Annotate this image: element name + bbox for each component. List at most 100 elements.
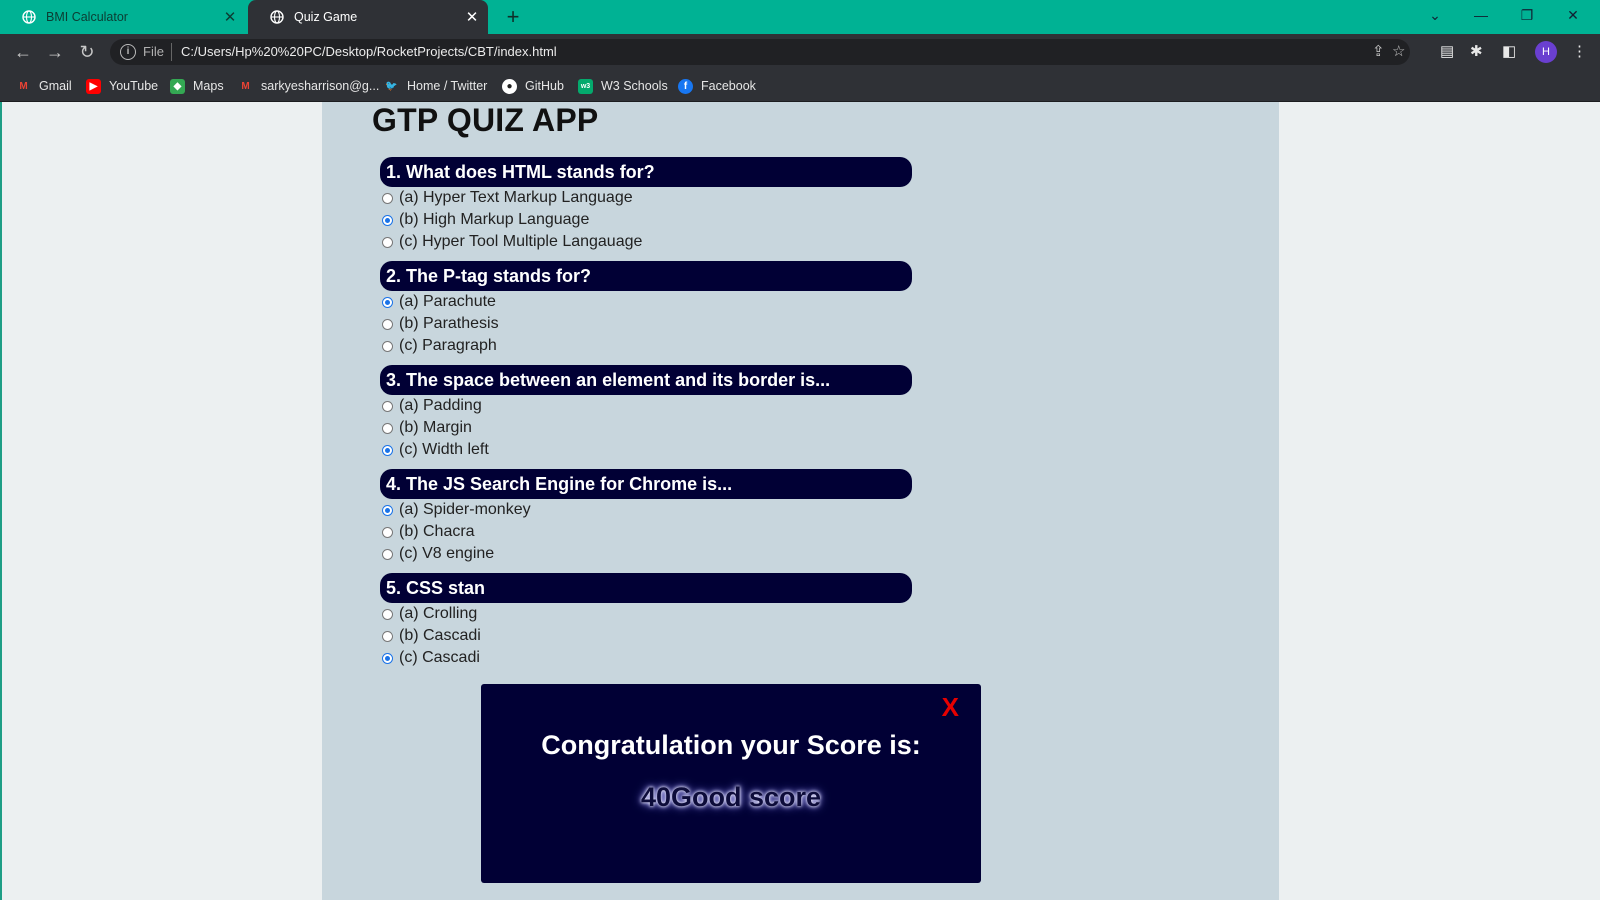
tab-bmi-calculator[interactable]: BMI Calculator ✕ xyxy=(0,0,246,34)
answer-option[interactable]: (a) Hyper Text Markup Language xyxy=(382,187,912,209)
option-label: (b) Parathesis xyxy=(399,315,499,332)
answer-option[interactable]: (c) Hyper Tool Multiple Langauage xyxy=(382,231,912,253)
bookmark-label: W3 Schools xyxy=(601,79,668,93)
answer-option[interactable]: (b) Margin xyxy=(382,417,912,439)
close-tab-icon[interactable]: ✕ xyxy=(220,8,240,26)
question-header: 2. The P-tag stands for? xyxy=(380,261,912,291)
tab-title: Quiz Game xyxy=(294,10,358,24)
radio-button[interactable] xyxy=(382,400,393,412)
answer-option[interactable]: (a) Spider-monkey xyxy=(382,499,912,521)
modal-close-button[interactable]: X xyxy=(942,692,959,723)
answer-option[interactable]: (c) Cascadi xyxy=(382,647,912,669)
page-viewport: GTP QUIZ APP 1. What does HTML stands fo… xyxy=(0,102,1600,900)
radio-button[interactable] xyxy=(382,444,393,456)
question-header: 3. The space between an element and its … xyxy=(380,365,912,395)
tab-search-icon[interactable]: ⌄ xyxy=(1412,0,1458,32)
tab-title: BMI Calculator xyxy=(46,10,128,24)
option-label: (c) Hyper Tool Multiple Langauage xyxy=(399,233,643,250)
answer-option[interactable]: (b) Chacra xyxy=(382,521,912,543)
option-label: (c) Paragraph xyxy=(399,337,497,354)
tab-quiz-game[interactable]: Quiz Game ✕ xyxy=(248,0,488,34)
bookmark-youtube[interactable]: ▶ YouTube xyxy=(86,77,158,95)
profile-avatar[interactable]: H xyxy=(1535,41,1557,63)
bookmark-gmail[interactable]: M Gmail xyxy=(16,77,72,95)
answer-option[interactable]: (b) High Markup Language xyxy=(382,209,912,231)
extension-icon[interactable]: ▤ xyxy=(1440,41,1454,63)
bookmark-maps[interactable]: ◆ Maps xyxy=(170,77,224,95)
bookmark-facebook[interactable]: f Facebook xyxy=(678,77,756,95)
github-icon: ● xyxy=(502,78,517,94)
answer-option[interactable]: (b) Cascadi xyxy=(382,625,912,647)
radio-button[interactable] xyxy=(382,192,393,204)
bookmark-w3schools[interactable]: w3 W3 Schools xyxy=(578,77,668,95)
option-label: (c) V8 engine xyxy=(399,545,495,562)
option-label: (a) Hyper Text Markup Language xyxy=(399,189,633,206)
option-label: (c) Cascadi xyxy=(399,649,480,666)
option-label: (a) Spider-monkey xyxy=(399,501,531,518)
option-label: (b) Margin xyxy=(399,419,472,436)
radio-button[interactable] xyxy=(382,608,393,620)
bookmark-label: Maps xyxy=(193,79,224,93)
new-tab-button[interactable]: + xyxy=(500,4,526,30)
question-block: 2. The P-tag stands for? (a) Parachute (b)… xyxy=(380,261,912,357)
bookmark-label: YouTube xyxy=(109,79,159,93)
divider xyxy=(171,43,172,61)
facebook-icon: f xyxy=(678,78,693,94)
forward-icon[interactable]: → xyxy=(42,40,68,64)
answer-option[interactable]: (c) V8 engine xyxy=(382,543,912,565)
reload-icon[interactable]: ↻ xyxy=(74,40,100,64)
bookmark-gmail-account[interactable]: M sarkyesharrison@g... xyxy=(238,77,379,95)
radio-button[interactable] xyxy=(382,630,393,642)
scheme-label: File xyxy=(143,44,164,59)
close-window-icon[interactable]: ✕ xyxy=(1550,0,1596,32)
close-tab-icon[interactable]: ✕ xyxy=(462,8,482,26)
radio-button[interactable] xyxy=(382,340,393,352)
minimize-icon[interactable]: — xyxy=(1458,0,1504,32)
share-icon[interactable]: ⇪ xyxy=(1372,42,1385,60)
browser-toolbar: ← → ↻ i File C:/Users/Hp%20%20PC/Desktop… xyxy=(0,34,1600,70)
question-block: 5. CSS stan (a) Crolling (b) Cascadi (c) Ca… xyxy=(380,573,912,669)
url-text[interactable]: C:/Users/Hp%20%20PC/Desktop/RocketProjec… xyxy=(181,44,557,59)
bookmark-label: Facebook xyxy=(701,79,756,93)
score-text: 40Good score xyxy=(640,782,822,812)
answer-option[interactable]: (c) Paragraph xyxy=(382,335,912,357)
option-label: (b) Cascadi xyxy=(399,627,481,644)
w3schools-icon: w3 xyxy=(578,78,593,94)
option-label: (b) Chacra xyxy=(399,523,475,540)
radio-button[interactable] xyxy=(382,318,393,330)
back-icon[interactable]: ← xyxy=(10,40,36,64)
radio-button[interactable] xyxy=(382,214,393,226)
question-header: 1. What does HTML stands for? xyxy=(380,157,912,187)
bookmark-label: Gmail xyxy=(39,79,72,93)
answer-option[interactable]: (a) Padding xyxy=(382,395,912,417)
twitter-icon: 🐦 xyxy=(385,80,398,92)
radio-button[interactable] xyxy=(382,526,393,538)
maps-icon: ◆ xyxy=(170,78,185,94)
radio-button[interactable] xyxy=(382,296,393,308)
puzzle-icon[interactable]: ✱ xyxy=(1470,41,1483,63)
answer-option[interactable]: (a) Parachute xyxy=(382,291,912,313)
page-title: GTP QUIZ APP xyxy=(372,102,599,138)
address-bar[interactable]: i File C:/Users/Hp%20%20PC/Desktop/Rocke… xyxy=(110,39,1410,65)
info-icon[interactable]: i xyxy=(120,44,136,60)
globe-icon xyxy=(22,10,36,24)
bookmark-label: sarkyesharrison@g... xyxy=(261,79,380,93)
radio-button[interactable] xyxy=(382,236,393,248)
gmail-icon: M xyxy=(241,80,250,92)
option-label: (a) Padding xyxy=(399,397,482,414)
gmail-icon: M xyxy=(19,80,28,92)
bookmark-github[interactable]: ● GitHub xyxy=(502,77,564,95)
page-edge xyxy=(0,102,2,900)
radio-button[interactable] xyxy=(382,422,393,434)
restore-icon[interactable]: ❐ xyxy=(1504,0,1550,32)
bookmark-star-icon[interactable]: ☆ xyxy=(1392,42,1405,60)
answer-option[interactable]: (b) Parathesis xyxy=(382,313,912,335)
radio-button[interactable] xyxy=(382,652,393,664)
bookmark-twitter[interactable]: 🐦 Home / Twitter xyxy=(384,77,487,95)
radio-button[interactable] xyxy=(382,504,393,516)
radio-button[interactable] xyxy=(382,548,393,560)
answer-option[interactable]: (a) Crolling xyxy=(382,603,912,625)
answer-option[interactable]: (c) Width left xyxy=(382,439,912,461)
side-panel-icon[interactable]: ◧ xyxy=(1502,41,1516,63)
menu-kebab-icon[interactable]: ⋮ xyxy=(1572,41,1587,63)
